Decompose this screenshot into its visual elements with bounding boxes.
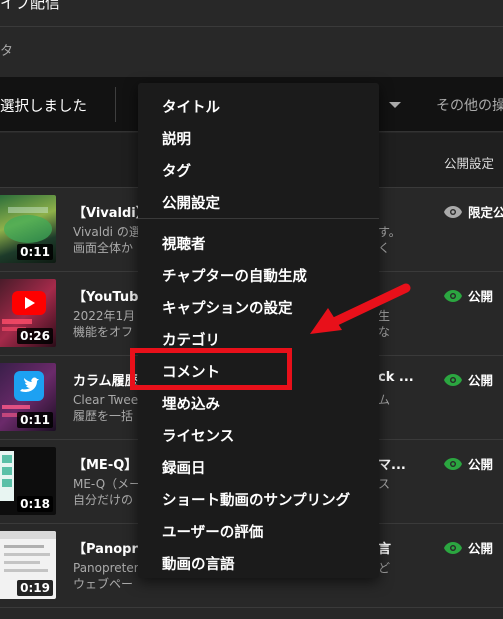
menu-item-recording-date[interactable]: 録画日 [162, 457, 206, 478]
menu-item-shorts-sampling[interactable]: ショート動画のサンプリング [162, 489, 350, 510]
video-thumbnail[interactable]: 0:26 [0, 279, 56, 347]
menu-item-category[interactable]: カテゴリ [162, 329, 220, 350]
eye-icon [444, 373, 462, 386]
divider [0, 26, 503, 27]
menu-item-auto-chapters[interactable]: チャプターの自動生成 [162, 265, 307, 286]
video-description: Vivaldi の選 画面全体か [73, 224, 141, 256]
desc-line: 2022年1月 [73, 309, 136, 323]
desc-line: く [378, 241, 391, 255]
visibility-label: 限定公 [468, 205, 503, 220]
menu-divider [138, 218, 379, 219]
desc-line: 履歴を一括 [73, 409, 134, 423]
video-title-tail: マ... [378, 458, 406, 473]
video-thumbnail[interactable]: 0:11 [0, 363, 56, 431]
video-description: Clear Twee 履歴を一括 [73, 392, 138, 424]
desc-line: ME-Q（メー [73, 477, 142, 491]
menu-item-caption-settings[interactable]: キャプションの設定 [162, 297, 293, 318]
video-title-tail: ck ... [378, 370, 414, 385]
desc-line: Panopreter [73, 561, 139, 575]
highlight-box [130, 348, 292, 390]
duration-badge: 0:26 [17, 328, 53, 344]
separator [115, 87, 116, 122]
video-description-tail: す。く [378, 224, 401, 256]
video-description-tail: ど [378, 560, 390, 576]
visibility-status[interactable]: 公開 [444, 370, 493, 389]
visibility-status[interactable]: 公開 [444, 286, 493, 305]
desc-line: ど [378, 561, 391, 575]
menu-item-user-ratings[interactable]: ユーザーの評価 [162, 521, 263, 542]
desc-line: ム [378, 393, 391, 407]
visibility-status[interactable]: 公開 [444, 454, 493, 473]
menu-item-license[interactable]: ライセンス [162, 425, 234, 446]
desc-line: Vivaldi の選 [73, 225, 141, 239]
visibility-status[interactable]: 公開 [444, 538, 493, 557]
desc-line: 画面全体か [73, 241, 134, 255]
visibility-label: 公開 [468, 541, 494, 556]
video-title-tail: 言 [378, 542, 392, 557]
desc-line: 機能をオフ [73, 325, 134, 339]
desc-line: 自分だけの [73, 493, 134, 507]
annotation-arrow-icon [310, 283, 411, 334]
visibility-label: 公開 [468, 289, 494, 304]
desc-line: ス [378, 477, 391, 491]
visibility-status[interactable]: 限定公 [444, 202, 503, 221]
visibility-label: 公開 [468, 373, 494, 388]
video-thumbnail[interactable]: 0:19 [0, 531, 56, 599]
other-actions-button[interactable]: その他の操 [436, 95, 503, 115]
menu-item-tags[interactable]: タグ [162, 160, 191, 181]
video-description-tail: ス [378, 476, 390, 492]
page-title: イブ配信 [0, 0, 61, 12]
chevron-down-icon[interactable] [389, 102, 401, 108]
desc-line: ウェブペー [73, 577, 134, 591]
selected-count-text: 選択しました [0, 99, 87, 115]
menu-item-visibility[interactable]: 公開設定 [162, 192, 220, 213]
video-description: ME-Q（メー 自分だけの [73, 476, 141, 508]
video-thumbnail[interactable]: 0:18 [0, 447, 56, 515]
desc-line: Clear Twee [73, 393, 139, 407]
video-description: 2022年1月 機能をオフ [73, 308, 135, 340]
eye-icon [444, 289, 462, 302]
video-thumbnail[interactable]: 0:11 [0, 195, 56, 263]
duration-badge: 0:11 [17, 244, 53, 260]
duration-badge: 0:19 [17, 580, 53, 596]
filter-label[interactable]: タ [0, 40, 13, 59]
duration-badge: 0:11 [17, 412, 53, 428]
duration-badge: 0:18 [17, 496, 53, 512]
column-header-visibility[interactable]: 公開設定 [444, 153, 494, 172]
video-title[interactable]: カラム履歴 [73, 370, 138, 389]
visibility-label: 公開 [468, 457, 494, 472]
eye-icon [444, 457, 462, 470]
desc-line: す。 [378, 225, 401, 239]
menu-item-embedding[interactable]: 埋め込み [162, 393, 220, 414]
menu-item-audience[interactable]: 視聴者 [162, 233, 206, 254]
menu-item-title[interactable]: タイトル [162, 96, 220, 117]
eye-icon [444, 205, 462, 218]
eye-icon [444, 541, 462, 554]
video-description: Panopreter ウェブペー [73, 560, 139, 592]
video-description-tail: ム [378, 392, 390, 408]
menu-item-video-language[interactable]: 動画の言語 [162, 553, 235, 574]
menu-item-description[interactable]: 説明 [162, 128, 191, 149]
